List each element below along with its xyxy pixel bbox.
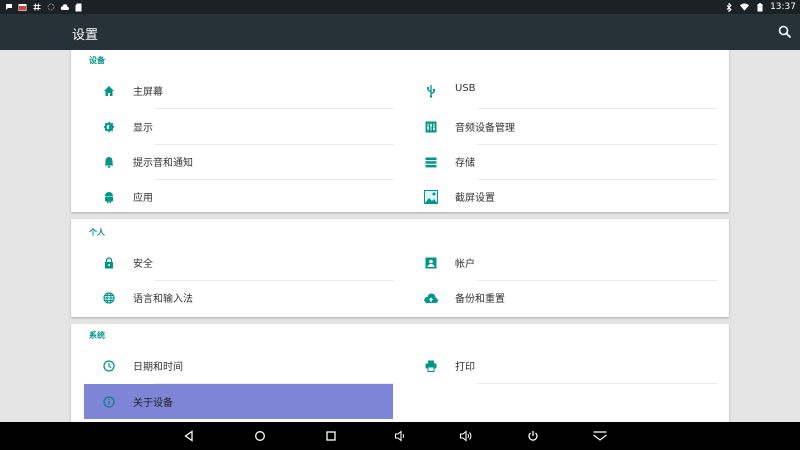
settings-item-label: 截屏设置 <box>455 193 495 204</box>
settings-item-label: 音频设备管理 <box>455 123 515 134</box>
storage-icon <box>424 155 438 169</box>
equalizer-icon <box>424 120 438 134</box>
settings-item-language-input[interactable]: 语言和输入法 <box>84 280 400 315</box>
chat-bubble-icon <box>4 3 13 12</box>
lock-icon <box>102 256 116 270</box>
settings-item-label: 关于设备 <box>133 398 173 409</box>
search-icon[interactable] <box>778 24 792 39</box>
settings-item-label: 语言和输入法 <box>133 294 193 305</box>
bell-icon <box>102 155 116 169</box>
home-icon <box>102 84 116 98</box>
settings-item-home-screen[interactable]: 主屏幕 <box>84 73 400 108</box>
section-personal: 个人 安全 帐户 语言和输入法 备份和重置 <box>71 219 729 317</box>
status-bar-notifications <box>0 0 83 14</box>
recents-icon[interactable] <box>324 429 338 443</box>
printer-icon <box>424 359 438 373</box>
brightness-icon <box>102 120 116 134</box>
settings-item-label: USB <box>455 83 476 94</box>
account-box-icon <box>424 256 438 270</box>
settings-item-date-time[interactable]: 日期和时间 <box>84 348 400 383</box>
settings-item-label: 备份和重置 <box>455 294 505 305</box>
globe-icon <box>102 291 116 305</box>
android-icon <box>102 190 116 204</box>
clock-icon <box>102 359 116 373</box>
settings-item-label: 日期和时间 <box>133 362 183 373</box>
settings-item-apps[interactable]: 应用 <box>84 179 400 214</box>
divider <box>477 383 717 384</box>
section-title: 个人 <box>89 228 105 237</box>
status-bar: 13:37 <box>0 0 800 14</box>
settings-item-label: 存储 <box>455 158 475 169</box>
clock-time: 13:37 <box>770 2 796 12</box>
section-title: 设备 <box>89 56 105 65</box>
settings-item-about-device[interactable]: 关于设备 <box>84 384 393 419</box>
screenshot-image-icon <box>424 190 438 204</box>
settings-item-accounts[interactable]: 帐户 <box>406 245 722 280</box>
page-title: 设置 <box>72 28 99 43</box>
collapse-icon[interactable] <box>592 429 608 443</box>
settings-item-usb[interactable]: USB <box>406 73 722 108</box>
settings-item-backup-reset[interactable]: 备份和重置 <box>406 280 722 315</box>
volume-down-icon[interactable] <box>393 429 407 443</box>
home-circle-icon[interactable] <box>253 429 267 443</box>
cloud-upload-icon <box>424 291 438 305</box>
settings-item-screenshot-settings[interactable]: 截屏设置 <box>406 179 722 214</box>
status-bar-system: 13:37 <box>725 0 796 14</box>
settings-item-audio-device-management[interactable]: 音频设备管理 <box>406 109 722 144</box>
wifi-icon <box>740 3 750 12</box>
section-device: 设备 主屏幕 USB 显示 音频设备管理 提示音和通知 存储 应用 截屏设置 <box>71 50 729 212</box>
power-icon[interactable] <box>526 429 540 443</box>
action-bar: 设置 <box>0 14 800 50</box>
cloud-icon <box>60 3 69 12</box>
usb-icon <box>424 84 438 98</box>
settings-item-security[interactable]: 安全 <box>84 245 400 280</box>
settings-item-label: 帐户 <box>455 259 475 270</box>
settings-item-label: 提示音和通知 <box>133 158 193 169</box>
info-icon <box>102 395 116 409</box>
sync-icon <box>46 3 55 12</box>
settings-item-label: 显示 <box>133 123 153 134</box>
back-icon[interactable] <box>182 429 196 443</box>
settings-item-sounds-notifications[interactable]: 提示音和通知 <box>84 144 400 179</box>
section-title: 系统 <box>89 331 105 340</box>
hashtag-icon <box>32 3 41 12</box>
battery-icon <box>755 2 764 12</box>
settings-item-print[interactable]: 打印 <box>406 348 722 383</box>
calendar-icon <box>18 3 27 12</box>
settings-list[interactable]: 设备 主屏幕 USB 显示 音频设备管理 提示音和通知 存储 应用 截屏设置 个… <box>0 50 800 422</box>
bluetooth-icon <box>725 2 734 12</box>
section-system: 系统 日期和时间 打印 关于设备 <box>71 324 729 422</box>
sd-card-icon <box>74 3 83 12</box>
settings-item-label: 应用 <box>133 193 153 204</box>
settings-item-display[interactable]: 显示 <box>84 109 400 144</box>
settings-item-label: 打印 <box>455 362 475 373</box>
settings-item-storage[interactable]: 存储 <box>406 144 722 179</box>
volume-up-icon[interactable] <box>459 429 473 443</box>
navigation-bar <box>0 422 800 450</box>
settings-item-label: 主屏幕 <box>133 87 163 98</box>
settings-item-label: 安全 <box>133 259 153 270</box>
